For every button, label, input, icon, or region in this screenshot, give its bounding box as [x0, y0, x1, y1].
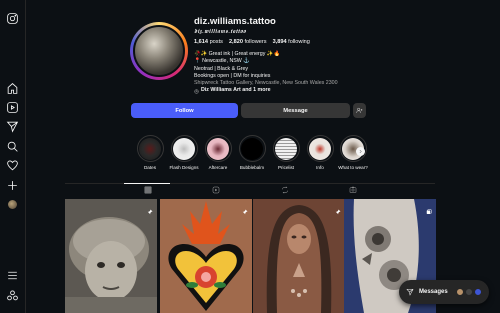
highlight-flash-designs[interactable]: Flash Designs [168, 135, 200, 170]
highlight-label: Flash Designs [169, 165, 199, 170]
heart-icon[interactable] [6, 159, 19, 172]
create-plus-icon[interactable] [6, 179, 19, 192]
repost-icon [281, 185, 288, 194]
profile-bio: 🥀✨ Great ink | Great energy ✨🔥 📍 Newcast… [194, 51, 394, 95]
message-button[interactable]: Message [241, 103, 350, 118]
threads-icon [194, 89, 199, 94]
followers-stat[interactable]: 2,820 followers [229, 39, 267, 45]
pinned-icon [147, 202, 153, 215]
profile-display-name: 𝖉𝖎𝖟.𝖜𝖎𝖑𝖑𝖎𝖆𝖒𝖘.𝖙𝖆𝖙𝖙𝖔𝖔 [194, 28, 246, 35]
bio-line: Neotrad | Black & Grey [194, 65, 249, 72]
left-nav-rail [0, 0, 26, 313]
highlights-next-button[interactable] [356, 147, 365, 156]
post-sacred-heart[interactable] [160, 199, 252, 313]
profile-picture-ring[interactable] [130, 22, 188, 80]
highlight-cover [207, 137, 229, 160]
bio-address[interactable]: Shipwreck Tattoo Gallery, Newcastle, New… [194, 80, 394, 87]
profile-avatar-icon[interactable] [6, 198, 19, 211]
highlight-cover [139, 137, 161, 160]
tab-reposts[interactable] [280, 185, 289, 194]
reels-icon [212, 186, 219, 193]
contact-avatar [456, 288, 464, 296]
bio-line: 📍 Newcastle, NSW ⚓ [194, 58, 250, 65]
suggested-accounts-button[interactable] [353, 103, 366, 118]
posts-stat: 1,614 posts [194, 39, 223, 45]
highlight-label: What to wear? [338, 165, 368, 170]
highlight-dates[interactable]: Dates [134, 135, 166, 170]
post-madonna[interactable] [253, 199, 345, 313]
highlight-pricelist[interactable]: Pricelist [270, 135, 302, 170]
carousel-icon [426, 202, 432, 214]
reels-icon[interactable] [6, 101, 19, 114]
add-person-icon [356, 107, 363, 113]
post-image [160, 199, 252, 313]
highlight-cover [275, 137, 297, 160]
tagged-icon [349, 186, 356, 193]
tab-posts[interactable] [143, 185, 152, 194]
highlight-bubblebalm[interactable]: Bubblebalm [236, 135, 268, 170]
home-icon[interactable] [6, 82, 19, 95]
tab-tagged[interactable] [348, 185, 357, 194]
highlight-aftercare[interactable]: Aftercare [202, 135, 234, 170]
messages-label: Messages [419, 289, 448, 295]
options-icon[interactable]: ··· [266, 16, 274, 25]
grid-icon [144, 186, 151, 193]
search-icon[interactable] [6, 140, 19, 153]
highlight-label: Dates [143, 165, 156, 170]
highlight-label: Info [316, 165, 324, 170]
highlight-info[interactable]: Info [304, 135, 336, 170]
tab-reels[interactable] [211, 185, 220, 194]
post-child-portrait[interactable] [65, 199, 157, 313]
follow-button[interactable]: Follow [131, 103, 238, 118]
active-tab-indicator [124, 183, 170, 184]
meta-apps-icon[interactable] [6, 289, 19, 302]
post-image [65, 199, 157, 313]
pinned-icon [335, 202, 341, 215]
highlight-label: Bubblebalm [239, 165, 265, 170]
send-icon [406, 289, 414, 296]
instagram-logo-icon[interactable] [6, 12, 19, 25]
menu-icon[interactable] [6, 269, 19, 282]
messages-button[interactable]: Messages [399, 280, 489, 304]
highlight-label: Pricelist [277, 165, 295, 170]
tabs-divider [65, 183, 435, 184]
highlight-cover [241, 137, 263, 160]
highlight-cover [173, 137, 195, 160]
profile-picture [133, 25, 185, 77]
contact-avatar [465, 288, 473, 296]
profile-stats: 1,614 posts 2,820 followers 3,894 follow… [194, 39, 310, 45]
post-image [253, 199, 345, 313]
contact-avatar [474, 288, 482, 296]
send-direct-icon[interactable] [6, 120, 19, 133]
profile-username: diz.williams.tattoo [194, 16, 276, 27]
highlight-cover [309, 137, 331, 160]
bio-line: Bookings open | DM for inquiries [194, 72, 271, 79]
highlight-label: Aftercare [208, 165, 228, 170]
pinned-icon [242, 202, 248, 215]
following-stat[interactable]: 3,894 following [273, 39, 310, 45]
chevron-right-icon [359, 149, 362, 154]
threads-link[interactable]: Diz Williams Art and 1 more [194, 87, 394, 94]
